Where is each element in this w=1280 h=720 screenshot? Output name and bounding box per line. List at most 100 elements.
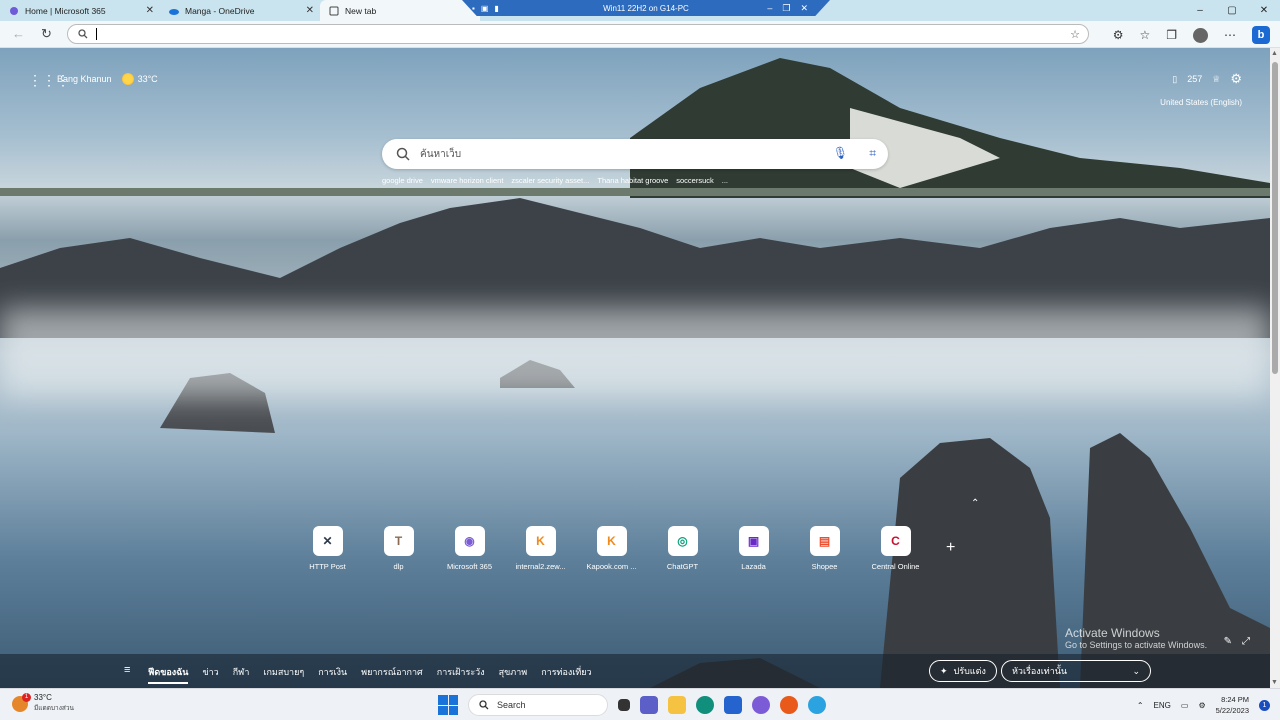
minimize-icon[interactable]: – [767, 3, 772, 14]
close-button[interactable]: ✕ [1248, 0, 1280, 21]
edge-icon[interactable] [696, 696, 714, 714]
quick-link-tile[interactable]: ◉ Microsoft 365 [434, 526, 505, 571]
favorites-icon[interactable]: ☆ [1139, 28, 1150, 42]
watermark-subtitle: Go to Settings to activate Windows. [1065, 640, 1208, 650]
cloud-app-icon[interactable] [808, 696, 826, 714]
microphone-icon[interactable]: 🎙 [833, 146, 848, 160]
trending-item[interactable]: vmware horizon client [431, 176, 504, 185]
temperature: 33°C [137, 74, 158, 84]
visual-search-icon[interactable]: ⌗ [869, 146, 876, 161]
tab-strip: Home | Microsoft 365 ✕ Manga - OneDrive … [0, 0, 1280, 21]
quick-link-label: Microsoft 365 [446, 562, 493, 571]
store-icon[interactable] [724, 696, 742, 714]
tab-health[interactable]: สุขภาพ [499, 665, 528, 684]
collections-icon[interactable]: ❐ [1166, 28, 1177, 42]
bing-icon[interactable]: b [1252, 26, 1270, 44]
watermark-title: Activate Windows [1065, 626, 1160, 640]
notification-badge[interactable]: 1 [1259, 699, 1270, 711]
feedback-icon[interactable]: ✎ [1224, 636, 1232, 647]
quick-link-tile[interactable]: ✕ HTTP Post [292, 526, 363, 571]
windows-start-icon[interactable] [438, 695, 458, 715]
web-search-box[interactable]: ค้นหาเว็บ 🎙 ⌗ [382, 139, 888, 169]
restore-icon[interactable]: ❐ [782, 3, 790, 14]
quick-link-tile[interactable]: ▣ Lazada [718, 526, 789, 571]
settings-icon[interactable]: ⚙ [1198, 701, 1205, 710]
quick-link-tile[interactable]: Kinternal2.zew... [505, 526, 576, 571]
toolbar: ← ↻ ☆ ⚙ ☆ ❐ ⋯ b [0, 21, 1280, 48]
customize-label: ปรับแต่ง [953, 666, 986, 676]
settings-gear-icon[interactable]: ⚙ [1230, 71, 1242, 87]
trending-item[interactable]: zscaler security asset... [511, 176, 589, 185]
back-icon[interactable]: ← [12, 26, 25, 41]
scroll-down-icon[interactable]: ▼ [1271, 679, 1278, 686]
lazada-icon: ▣ [738, 526, 769, 556]
profile-avatar[interactable] [1193, 27, 1208, 43]
scroll-up-icon[interactable]: ▲ [1271, 50, 1278, 57]
tab-microsoft-365[interactable]: Home | Microsoft 365 ✕ [0, 0, 160, 21]
tab-my-feed[interactable]: ฟีดของฉัน [148, 665, 189, 684]
activation-watermark: Activate Windows Go to Settings to activ… [1065, 626, 1207, 650]
tab-weather[interactable]: พยากรณ์อากาศ [361, 665, 423, 684]
language-label[interactable]: United States (English) [1160, 98, 1242, 107]
tab-casual-games[interactable]: เกมสบายๆ [263, 665, 304, 684]
favorite-add-icon[interactable]: ☆ [1070, 28, 1080, 41]
add-shortcut-icon[interactable]: + [946, 539, 955, 557]
customize-button[interactable]: ✦ ปรับแต่ง [929, 660, 997, 682]
taskbar-search-label: Search [497, 700, 526, 710]
trending-item[interactable]: soccersuck [676, 176, 714, 185]
more-icon[interactable]: ⋯ [1224, 28, 1236, 42]
tab-news[interactable]: ข่าว [202, 665, 218, 684]
quick-link-label: Shopee [811, 562, 838, 571]
tab-watch[interactable]: การเฝ้าระวัง [437, 665, 485, 684]
kapook-icon: K [525, 526, 556, 556]
refresh-icon[interactable]: ↻ [41, 26, 52, 42]
input-language[interactable]: ENG [1154, 701, 1171, 710]
page-scrollbar[interactable]: ▲ ▼ [1270, 48, 1280, 688]
close-icon[interactable]: ✕ [800, 3, 808, 14]
weather-widget-taskbar[interactable]: 1 33°C มีแดดบางส่วน [12, 692, 74, 714]
file-explorer-icon[interactable] [668, 696, 686, 714]
quick-link-tile[interactable]: Tdlp [363, 526, 434, 571]
tab-new-tab[interactable]: New tab [320, 0, 480, 21]
quick-link-tile[interactable]: K Kapook.com ... [576, 526, 647, 571]
new-tab-page: ⋮⋮⋮ Bang Khanun 33°C ▯ 257 ♕ ⚙ United St… [0, 48, 1270, 688]
rewards-points[interactable]: 257 [1187, 74, 1202, 84]
maximize-button[interactable]: ▢ [1216, 0, 1248, 21]
headings-only-select[interactable]: หัวเรื่องเท่านั้น ⌄ [1001, 660, 1151, 682]
windows-taskbar: 1 33°C มีแดดบางส่วน Search ⌃ ENG ▭ ⚙ 8:24… [0, 688, 1280, 720]
clock[interactable]: 8:24 PM 5/22/2023 [1216, 694, 1249, 716]
tab-sports[interactable]: กีฬา [233, 665, 250, 684]
close-icon[interactable]: ✕ [146, 5, 154, 16]
address-bar[interactable]: ☆ [67, 24, 1089, 44]
trophy-icon[interactable]: ♕ [1212, 74, 1220, 85]
taskbar-search[interactable]: Search [468, 694, 608, 716]
tab-travel[interactable]: การท่องเที่ยว [541, 665, 591, 684]
chevron-up-icon[interactable]: ⌃ [1137, 701, 1144, 710]
teams-chat-icon[interactable] [640, 696, 658, 714]
quick-link-tile[interactable]: ▤ Shopee [789, 526, 860, 571]
extensions-icon[interactable]: ⚙ [1113, 28, 1124, 42]
chevron-up-icon[interactable]: ⌃ [971, 498, 979, 509]
hamburger-menu-icon[interactable]: ≡ [124, 664, 130, 676]
expand-icon[interactable]: ⤢ [1242, 636, 1250, 647]
scroll-thumb[interactable] [1272, 62, 1278, 374]
quick-link-tile[interactable]: C Central Online [860, 526, 931, 571]
network-icon[interactable]: ▭ [1181, 701, 1189, 710]
tab-finance[interactable]: การเงิน [318, 665, 347, 684]
customize-star-icon: ✦ [940, 665, 948, 676]
trending-more[interactable]: ... [722, 176, 728, 185]
copilot-icon[interactable] [752, 696, 770, 714]
trending-item[interactable]: Thana habitat groove [597, 176, 668, 185]
task-view-icon[interactable] [618, 699, 630, 711]
quick-link-tile[interactable]: ◎ ChatGPT [647, 526, 718, 571]
central-icon: C [880, 526, 911, 556]
tab-onedrive[interactable]: Manga - OneDrive ✕ [160, 0, 320, 21]
minimize-button[interactable]: – [1184, 0, 1216, 21]
remote-desktop-bar: ▪ ▣ ▮ Win11 22H2 on G14-PC – ❐ ✕ [462, 0, 830, 16]
close-icon[interactable]: ✕ [306, 5, 314, 16]
m365-icon [8, 5, 19, 16]
phone-icon[interactable]: ▯ [1172, 74, 1177, 85]
firefox-icon[interactable] [780, 696, 798, 714]
trending-item[interactable]: google drive [382, 176, 423, 185]
weather-widget[interactable]: Bang Khanun 33°C [57, 73, 158, 85]
